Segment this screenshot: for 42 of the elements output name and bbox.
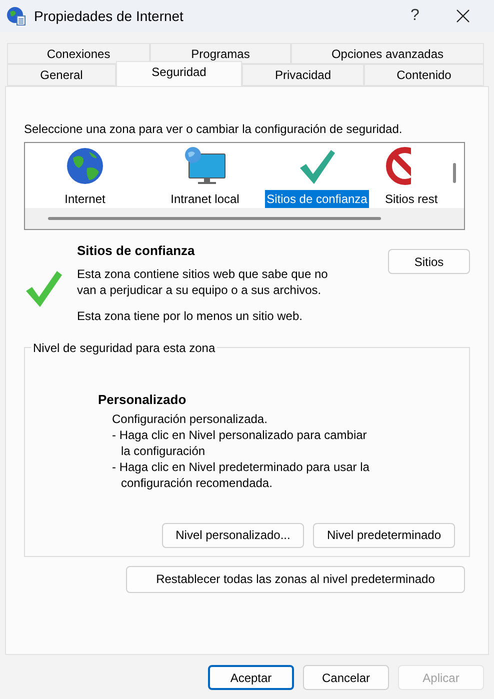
custom-level-button[interactable]: Nivel personalizado... [162, 522, 304, 548]
zone-prompt: Seleccione una zona para ver o cambiar la configuración de seguridad. [24, 121, 404, 138]
zone-note: Esta zona tiene por lo menos un sitio web. [77, 308, 304, 324]
tab[interactable]: Programas [150, 43, 291, 64]
zone-label: Sitios de confianza [264, 190, 370, 208]
level-description-line: configuración recomendada. [121, 475, 274, 491]
tab[interactable]: General [7, 64, 116, 86]
close-icon [456, 9, 470, 23]
internet-options-icon [6, 6, 26, 26]
tab[interactable]: Conexiones [7, 43, 150, 64]
tab[interactable]: Opciones avanzadas [291, 43, 484, 64]
reset-zones-button[interactable]: Restablecer todas las zonas al nivel predeterminado [126, 566, 465, 592]
globe-icon [65, 146, 105, 186]
vertical-scrollbar[interactable] [453, 163, 456, 183]
tab[interactable]: Privacidad [242, 64, 364, 86]
zone-item[interactable]: Internet [55, 146, 115, 208]
zone-item[interactable]: Sitios rest [383, 146, 443, 208]
zone-description-line: Esta zona contiene sitios web que sabe que no [77, 266, 328, 282]
zone-item[interactable]: Intranet local [155, 146, 255, 208]
sites-button[interactable]: Sitios [388, 249, 470, 274]
zone-label: Internet [64, 191, 106, 208]
level-description-line: - Haga clic en Nivel personalizado para cambiar [112, 427, 368, 443]
check-icon [24, 269, 64, 309]
blocked-icon [383, 146, 411, 186]
zone-title: Sitios de confianza [77, 242, 196, 260]
dialog-button[interactable]: Cancelar [303, 665, 389, 690]
zone-description-line: van a perjudicar a su equipo o a sus archivos. [77, 282, 322, 298]
zone-label: Sitios rest [384, 191, 439, 208]
horizontal-scrollbar[interactable] [48, 217, 381, 220]
monitor-globe-icon [183, 146, 227, 186]
tab[interactable]: Contenido [364, 64, 484, 86]
tab[interactable]: Seguridad [116, 61, 242, 86]
zone-label: Intranet local [170, 191, 240, 208]
level-description-line: - Haga clic en Nivel predeterminado para usar la [112, 459, 370, 475]
level-title: Personalizado [98, 390, 188, 408]
zone-item[interactable]: Sitios de confianza [261, 146, 373, 208]
dialog-button[interactable]: Aceptar [208, 665, 294, 690]
level-description-line: Configuración personalizada. [112, 411, 268, 427]
level-description-line: la configuración [121, 443, 206, 459]
default-level-button[interactable]: Nivel predeterminado [313, 522, 455, 548]
help-button[interactable]: ? [400, 4, 430, 28]
window-title: Propiedades de Internet [34, 6, 184, 26]
